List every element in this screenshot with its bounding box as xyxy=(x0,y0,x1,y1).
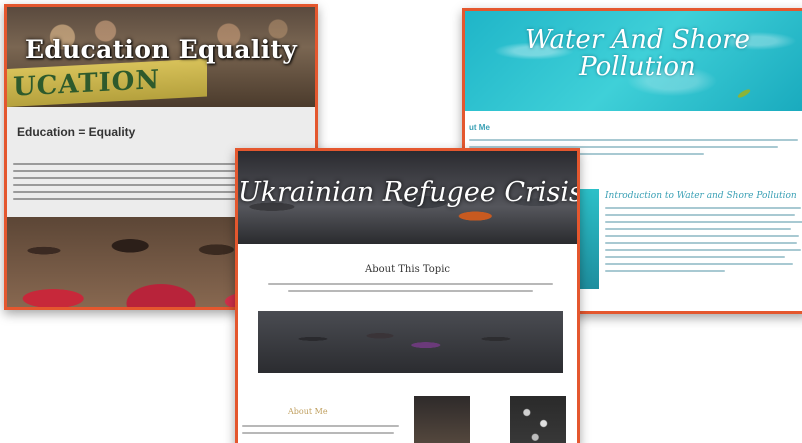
about-me-side-image xyxy=(510,396,566,443)
fish-icon xyxy=(736,87,752,100)
water-banner-title: Water And Shore Pollution xyxy=(525,25,750,82)
about-me-heading: About Me xyxy=(288,407,328,416)
portfolio-collage: UCATION Education Equality Education = E… xyxy=(0,0,802,443)
water-intro-heading: Introduction to Water and Shore Pollutio… xyxy=(605,191,797,201)
education-banner-photo: UCATION Education Equality xyxy=(7,7,315,107)
ukrainian-banner-title: Ukrainian Refugee Crisis xyxy=(238,177,580,208)
education-heading: Education = Equality xyxy=(17,125,136,139)
ukrainian-refugee-crisis-card[interactable]: Ukrainian Refugee Crisis About This Topi… xyxy=(235,148,580,443)
education-sign-text: UCATION xyxy=(13,64,161,103)
water-about-me-label: ut Me xyxy=(469,123,490,132)
about-topic-paragraph xyxy=(268,283,553,297)
about-me-paragraph xyxy=(242,425,402,439)
water-intro-paragraph xyxy=(605,207,802,277)
about-me-image xyxy=(414,396,470,443)
refugees-photo xyxy=(258,311,563,373)
education-banner-title: Education Equality xyxy=(24,35,298,64)
water-banner-photo: Water And Shore Pollution xyxy=(465,11,802,111)
about-topic-heading: About This Topic xyxy=(364,264,450,275)
education-protest-sign: UCATION xyxy=(7,58,207,107)
ukrainian-banner-photo: Ukrainian Refugee Crisis xyxy=(238,151,577,244)
